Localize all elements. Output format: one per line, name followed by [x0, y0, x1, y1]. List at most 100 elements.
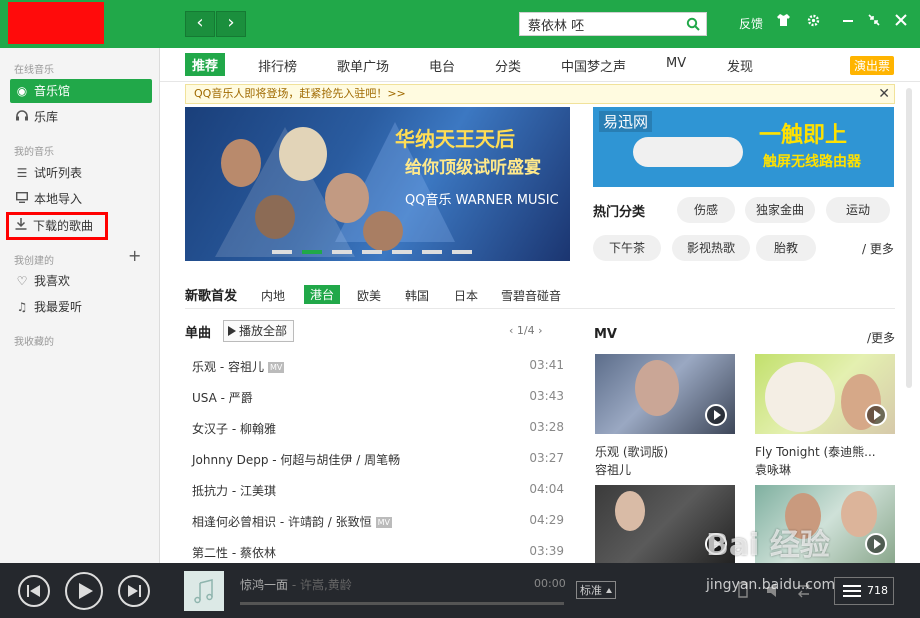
playlist-button[interactable]: 718 [834, 577, 894, 605]
song-title[interactable]: Johnny Depp - 何超与胡佳伊 / 周笔畅 [192, 453, 400, 467]
carousel-dot[interactable] [392, 250, 412, 254]
region-tab-hk-tw[interactable]: 港台 [304, 285, 341, 304]
mv-thumbnail[interactable] [755, 354, 895, 434]
song-title[interactable]: USA - 严爵 [192, 391, 253, 405]
carousel-dot[interactable] [422, 250, 442, 254]
gear-icon[interactable] [805, 14, 821, 31]
tab-mv[interactable]: MV [666, 56, 686, 71]
play-icon[interactable] [865, 404, 887, 426]
play-icon [228, 326, 236, 336]
play-icon[interactable] [705, 404, 727, 426]
sidebar-item-most-loved[interactable]: ♫ 我最爱听 [10, 295, 152, 319]
mv-thumbnail[interactable] [595, 354, 735, 434]
ad-banner[interactable]: 易迅网 一触即上 触屏无线路由器 [593, 107, 894, 187]
singles-pager[interactable]: ‹ 1/4 › [509, 324, 543, 337]
song-row[interactable]: 第二性 - 蔡依林 03:39 [192, 544, 564, 564]
song-row[interactable]: 乐观 - 容祖儿 MV 03:41 [192, 358, 564, 378]
tab-radio[interactable]: 电台 [429, 56, 455, 75]
carousel-dot[interactable] [452, 250, 472, 254]
music-note-icon [194, 579, 213, 604]
song-title[interactable]: 抵抗力 - 江美琪 [192, 484, 276, 498]
add-playlist-icon[interactable]: + [128, 246, 141, 265]
search-box[interactable] [519, 12, 707, 36]
monitor-icon [14, 187, 30, 211]
banner-carousel[interactable]: 华纳天王天后 给你顶级试听盛宴 QQ音乐 WARNER MUSIC [185, 107, 570, 261]
sidebar-item-downloaded-songs[interactable]: 下载的歌曲 [6, 212, 108, 240]
region-tab-mainland[interactable]: 内地 [261, 287, 285, 304]
play-all-button[interactable]: 播放全部 [223, 320, 295, 342]
close-icon[interactable]: ✕ [878, 85, 890, 103]
ticket-button[interactable]: 演出票 [850, 56, 895, 75]
song-row[interactable]: Johnny Depp - 何超与胡佳伊 / 周笔畅 03:27 [192, 451, 564, 471]
tab-playlist-square[interactable]: 歌单广场 [337, 56, 389, 75]
search-icon[interactable] [686, 17, 700, 31]
carousel-dot[interactable] [272, 250, 292, 254]
top-bar: ‹ › 反馈 [0, 0, 920, 48]
mv-title[interactable]: Fly Tonight (泰迪熊... [755, 443, 876, 460]
song-row[interactable]: 抵抗力 - 江美琪 04:04 [192, 482, 564, 502]
region-tab-western[interactable]: 欧美 [357, 287, 381, 304]
search-input[interactable] [520, 13, 680, 35]
category-pill[interactable]: 运动 [826, 197, 890, 223]
sidebar-item-local-import[interactable]: 本地导入 [10, 187, 152, 211]
tab-discover[interactable]: 发现 [727, 56, 753, 75]
now-playing[interactable]: 惊鸿一面 - 许嵩,黄龄 [240, 576, 352, 593]
progress-bar[interactable] [240, 602, 564, 605]
notice-text[interactable]: QQ音乐人即将登场，赶紧抢先入驻吧！>> [194, 87, 406, 100]
mv-section-title: MV [594, 327, 617, 342]
close-icon[interactable] [893, 14, 909, 30]
carousel-dot[interactable] [362, 250, 382, 254]
mv-artist[interactable]: 容祖儿 [595, 461, 631, 478]
mv-badge[interactable]: MV [375, 517, 393, 528]
track-artist[interactable]: - 许嵩,黄龄 [288, 578, 352, 592]
song-row[interactable]: USA - 严爵 03:43 [192, 389, 564, 409]
song-row[interactable]: 女汉子 - 柳翰雅 03:28 [192, 420, 564, 440]
mv-more-link[interactable]: /更多 [867, 329, 895, 346]
skin-icon[interactable] [775, 14, 791, 30]
play-button[interactable] [65, 572, 103, 610]
banner-artist-photo [221, 139, 261, 187]
category-pill[interactable]: 胎教 [756, 235, 816, 261]
song-title[interactable]: 第二性 - 蔡依林 [192, 546, 276, 560]
region-tab-korea[interactable]: 韩国 [405, 287, 429, 304]
tab-china-dream-voice[interactable]: 中国梦之声 [561, 56, 626, 75]
carousel-dot[interactable] [302, 250, 322, 254]
song-title[interactable]: 乐观 - 容祖儿 [192, 360, 264, 374]
sidebar-item-music-hall[interactable]: ◉ 音乐馆 [10, 79, 152, 103]
baidu-watermark: Bai 经验 [706, 528, 830, 563]
tab-category[interactable]: 分类 [495, 56, 521, 75]
region-tab-sprite[interactable]: 雪碧音碰音 [501, 287, 561, 304]
feedback-link[interactable]: 反馈 [739, 15, 763, 32]
mv-badge[interactable]: MV [267, 362, 285, 373]
category-pill[interactable]: 独家金曲 [745, 197, 815, 223]
sidebar-item-trial-list[interactable]: ☰ 试听列表 [10, 161, 152, 185]
mv-title[interactable]: 乐观 (歌词版) [595, 443, 668, 460]
region-tab-japan[interactable]: 日本 [454, 287, 478, 304]
content-scrollbar[interactable] [906, 88, 912, 388]
mini-mode-icon[interactable] [866, 14, 882, 30]
forward-button[interactable]: › [216, 11, 246, 37]
mv-artist[interactable]: 袁咏琳 [755, 461, 791, 478]
hot-more-link[interactable]: / 更多 [862, 240, 894, 257]
back-button[interactable]: ‹ [185, 11, 215, 37]
notice-bar[interactable]: QQ音乐人即将登场，赶紧抢先入驻吧！>> ✕ [185, 84, 895, 104]
play-icon[interactable] [865, 533, 887, 555]
next-button[interactable] [118, 575, 150, 607]
song-title[interactable]: 相逢何必曾相识 - 许靖韵 / 张致恒 [192, 515, 372, 529]
sidebar-item-favorites[interactable]: ♡ 我喜欢 [10, 269, 152, 293]
sidebar-item-library[interactable]: 乐库 [10, 105, 152, 129]
tab-charts[interactable]: 排行榜 [258, 56, 297, 75]
track-title[interactable]: 惊鸿一面 [240, 578, 288, 592]
carousel-dot[interactable] [332, 250, 352, 254]
category-pill[interactable]: 影视热歌 [672, 235, 750, 261]
previous-button[interactable] [18, 575, 50, 607]
quality-dropdown[interactable]: 标准 [576, 581, 616, 599]
singles-title: 单曲 [185, 326, 212, 341]
song-row[interactable]: 相逢何必曾相识 - 许靖韵 / 张致恒 MV 04:29 [192, 513, 564, 533]
category-pill[interactable]: 下午茶 [593, 235, 661, 261]
song-title[interactable]: 女汉子 - 柳翰雅 [192, 422, 276, 436]
tab-recommend[interactable]: 推荐 [185, 53, 226, 76]
category-pill[interactable]: 伤感 [677, 197, 735, 223]
album-art[interactable] [184, 571, 224, 611]
minimize-icon[interactable] [840, 14, 856, 30]
